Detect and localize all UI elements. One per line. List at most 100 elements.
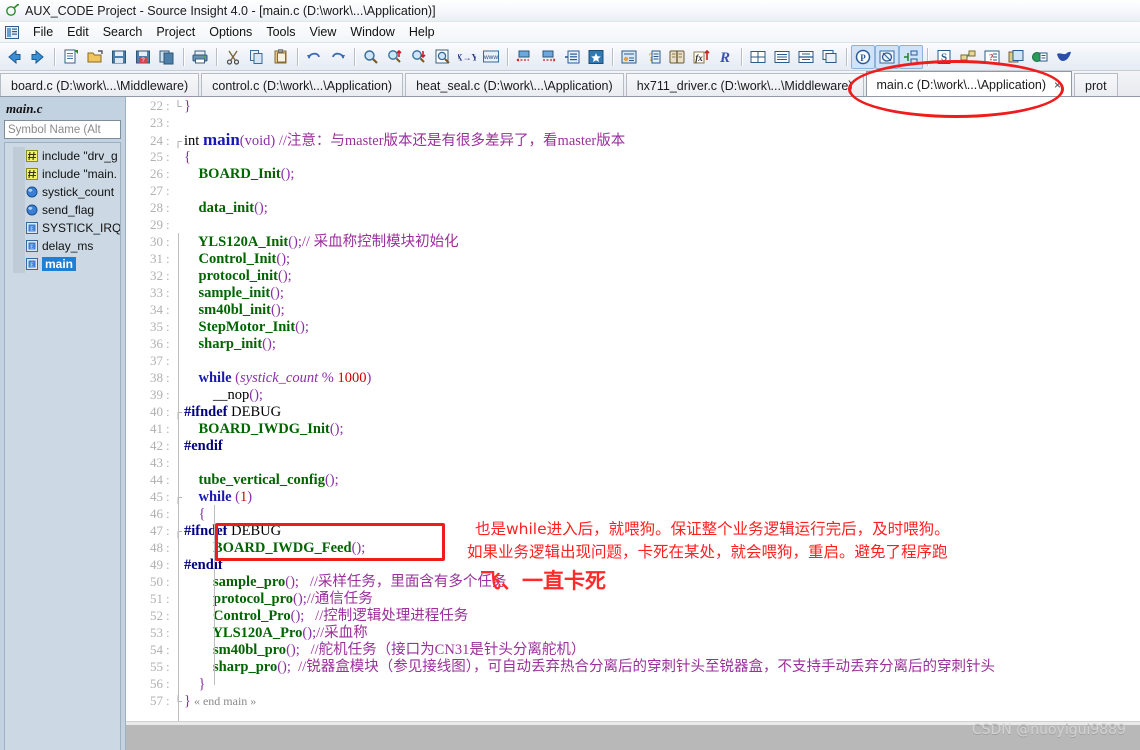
clip-window-icon[interactable] [1004,45,1028,69]
cascade-windows-icon[interactable] [818,45,842,69]
sidebar-item-delay_ms[interactable]: Edelay_ms [5,237,120,255]
relation-window-icon[interactable]: R [713,45,737,69]
context-pane-icon[interactable] [899,44,923,69]
save-icon[interactable] [107,45,131,69]
code-line[interactable]: 47:┌#ifndef DEBUG [126,522,1140,539]
sidebar-item-systick_count[interactable]: systick_count [5,183,120,201]
code-line[interactable]: 49: #endif [126,556,1140,573]
symbol-search-input[interactable]: Symbol Name (Alt [4,120,121,139]
close-file-icon[interactable] [155,45,179,69]
fold-marker[interactable]: └ [172,99,184,116]
search-icon[interactable] [359,45,383,69]
menu-tools[interactable]: Tools [259,23,302,41]
jump-forward-icon[interactable] [536,45,560,69]
code-line[interactable]: 39: __nop(); [126,386,1140,403]
code-line[interactable]: 23: [126,114,1140,131]
code-line[interactable]: 57:└} « end main » [126,692,1140,709]
back-icon[interactable] [2,45,26,69]
code-line[interactable]: 36: sharp_init(); [126,335,1140,352]
code-line[interactable]: 24: ┌ int main(void) //注意：与master版本还是有很多差异… [126,131,1140,151]
reference-icon[interactable] [665,45,689,69]
code-line[interactable]: 33: sample_init(); [126,284,1140,301]
symbol-window-icon[interactable] [875,44,899,69]
code-line[interactable]: 27: [126,182,1140,199]
code-line[interactable]: 56: } [126,675,1140,692]
code-line[interactable]: 52: Control_Pro(); //控制逻辑处理进程任务 [126,607,1140,624]
window-menu-icon[interactable] [4,25,20,40]
fold-marker[interactable]: ┌ [172,134,184,151]
close-icon[interactable]: × [1054,78,1061,92]
forward-icon[interactable] [26,45,50,69]
replace-icon[interactable]: X→Y [455,45,479,69]
code-line[interactable]: 32: protocol_init(); [126,267,1140,284]
code-line[interactable]: 50: sample_pro(); //采样任务，里面含有多个任务 [126,573,1140,590]
code-line[interactable]: 31: Control_Init(); [126,250,1140,267]
print-icon[interactable] [188,45,212,69]
search-files-icon[interactable] [431,45,455,69]
code-line[interactable]: 44: tube_vertical_config(); [126,471,1140,488]
menu-help[interactable]: Help [402,23,442,41]
code-line[interactable]: 22: └} [126,97,1140,114]
code-line[interactable]: 46: { [126,505,1140,522]
horizontal-split-icon[interactable] [770,45,794,69]
context-window-icon[interactable] [617,45,641,69]
sidebar-item-includedrv_g[interactable]: include "drv_g [5,147,120,165]
code-line[interactable]: 41: BOARD_IWDG_Init(); [126,420,1140,437]
menu-view[interactable]: View [303,23,344,41]
editor-tab-3[interactable]: hx711_driver.c (D:\work\...\Middleware) [625,73,864,96]
paste-icon[interactable] [269,45,293,69]
code-line[interactable]: 40:┌#ifndef DEBUG [126,403,1140,420]
help-context-icon[interactable]: ? [980,45,1004,69]
editor-tab-0[interactable]: board.c (D:\work\...\Middleware) [0,73,200,96]
cut-icon[interactable] [221,45,245,69]
bookmark-icon[interactable] [584,45,608,69]
code-line[interactable]: 30: YLS120A_Init();// 采血称控制模块初始化 [126,233,1140,250]
save-all-icon[interactable]: ? [131,45,155,69]
function-icon[interactable]: fx [689,45,713,69]
copy-icon[interactable] [245,45,269,69]
open-file-icon[interactable] [83,45,107,69]
code-line[interactable]: 43: [126,454,1140,471]
search-backward-icon[interactable] [383,45,407,69]
sidebar-item-main[interactable]: Emain [5,255,120,273]
code-line[interactable]: 48: BOARD_IWDG_Feed(); [126,539,1140,556]
sidebar-item-includemain[interactable]: include "main. [5,165,120,183]
editor-tab-4[interactable]: main.c (D:\work\...\Application) × [865,71,1073,96]
code-line[interactable]: 35: StepMotor_Init(); [126,318,1140,335]
code-line[interactable]: 37: [126,352,1140,369]
menu-window[interactable]: Window [343,23,401,41]
code-line[interactable]: 55: sharp_pro(); //锐器盒模块（参见接线图），可自动丢弃热合分… [126,658,1140,675]
menu-options[interactable]: Options [202,23,259,41]
vertical-split-icon[interactable] [794,45,818,69]
editor-tab-5[interactable]: prot [1074,73,1118,96]
menu-file[interactable]: File [26,23,60,41]
code-line[interactable]: 26: BOARD_Init(); [126,165,1140,182]
project-window-icon[interactable]: P [851,44,875,69]
editor-tab-1[interactable]: control.c (D:\work\...\Application) [201,73,404,96]
undo-icon[interactable] [302,45,326,69]
bird-icon[interactable] [1052,45,1076,69]
jump-back-icon[interactable] [512,45,536,69]
redo-icon[interactable] [326,45,350,69]
call-graph-icon[interactable] [956,45,980,69]
code-line[interactable]: 25: { [126,148,1140,165]
code-line[interactable]: 34: sm40bl_init(); [126,301,1140,318]
sidebar-item-systick_irq[interactable]: E SYSTICK_IRQ [5,219,120,237]
code-line[interactable]: 28: data_init(); [126,199,1140,216]
symbol-info-icon[interactable]: ? [641,45,665,69]
source-browser-icon[interactable]: S [932,45,956,69]
smart-rename-icon[interactable] [1028,45,1052,69]
code-line[interactable]: 51: protocol_pro();//通信任务 [126,590,1140,607]
code-line[interactable]: 54: sm40bl_pro(); //舵机任务（接口为CN31是针头分离舵机） [126,641,1140,658]
menu-search[interactable]: Search [96,23,150,41]
sidebar-item-send_flag[interactable]: send_flag [5,201,120,219]
menu-edit[interactable]: Edit [60,23,96,41]
search-forward-icon[interactable] [407,45,431,69]
code-line[interactable]: 29: [126,216,1140,233]
code-editor-pane[interactable]: 22: └} 23:24: ┌ int main(void) //注意：与master版… [126,97,1140,750]
menu-project[interactable]: Project [149,23,202,41]
new-file-icon[interactable] [59,45,83,69]
tile-windows-icon[interactable] [746,45,770,69]
code-line[interactable]: 53: YLS120A_Pro();//采血称 [126,624,1140,641]
code-line[interactable]: 42: #endif [126,437,1140,454]
